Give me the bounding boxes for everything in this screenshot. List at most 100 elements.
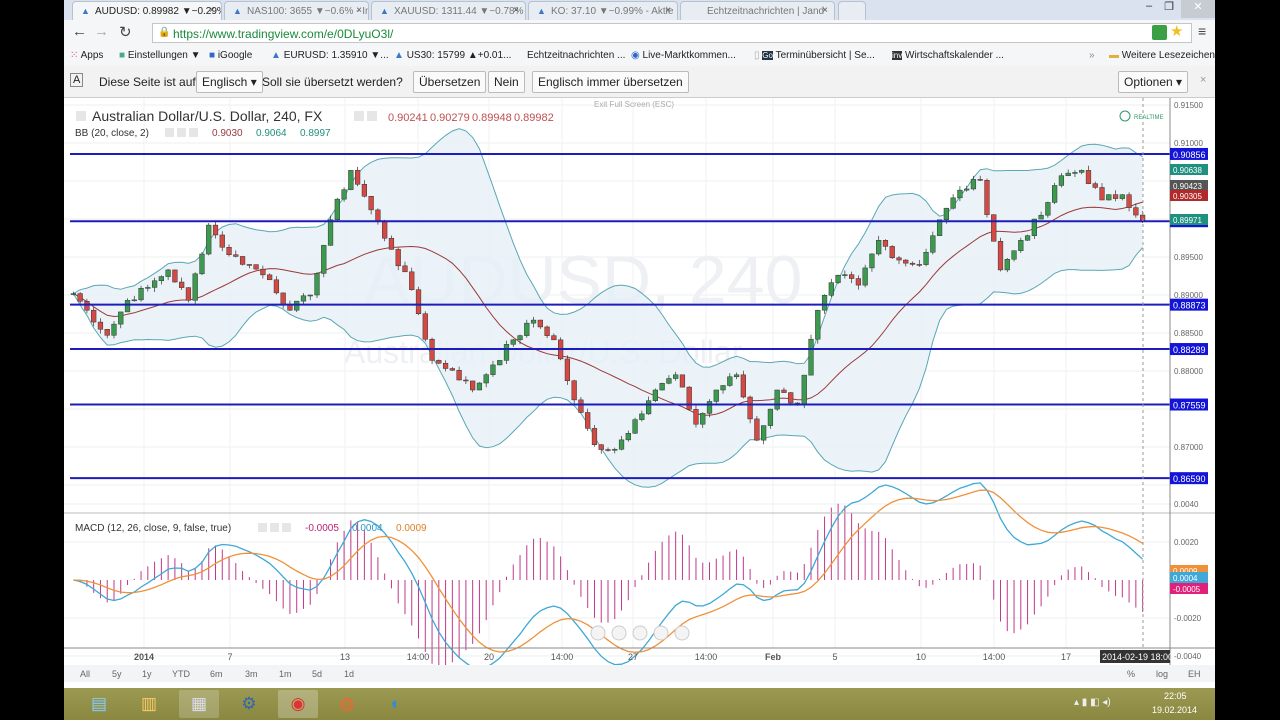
- back-icon[interactable]: ←: [72, 23, 87, 40]
- tab-ko[interactable]: ▲ KO: 37.10 ▼−0.99% - Aktie ×: [528, 1, 678, 20]
- tray-icons[interactable]: ▴ ▮ ◧ ◂): [1074, 697, 1111, 708]
- always-translate-button[interactable]: Englisch immer übersetzen: [532, 71, 689, 93]
- time-tick: 14:00: [983, 652, 1006, 662]
- time-tick: 2014: [134, 652, 154, 662]
- bookmark-termin[interactable]: ▯ Go Terminübersicht | Se...: [754, 50, 875, 61]
- scroll-right-button[interactable]: [674, 625, 690, 641]
- new-tab-button[interactable]: [838, 1, 866, 20]
- extension-icon[interactable]: [1152, 25, 1167, 40]
- range-button-1y[interactable]: 1y: [142, 669, 152, 679]
- range-button-5d[interactable]: 5d: [312, 669, 322, 679]
- close-tab-icon[interactable]: ×: [665, 5, 671, 16]
- language-select[interactable]: Englisch ▾: [196, 71, 263, 93]
- hide-icon[interactable]: [270, 523, 279, 532]
- reload-icon[interactable]: ↻: [119, 23, 132, 41]
- candle: [449, 368, 455, 371]
- app-bird-icon[interactable]: ◐: [376, 690, 416, 718]
- no-button[interactable]: Nein: [488, 71, 525, 93]
- settings-icon[interactable]: [354, 111, 364, 121]
- tab-xauusd[interactable]: ▲ XAUUSD: 1311.44 ▼−0.78% ×: [371, 1, 526, 20]
- candle: [605, 449, 611, 451]
- hide-icon[interactable]: [367, 111, 377, 121]
- range-button-all[interactable]: All: [80, 669, 90, 679]
- options-button[interactable]: Optionen ▾: [1118, 71, 1189, 93]
- price-line-value: 0.88289: [1173, 345, 1206, 355]
- extended-hours-toggle[interactable]: EH: [1188, 669, 1201, 679]
- bookmark-us30[interactable]: ▲ US30: 15799 ▲+0.01...: [394, 50, 511, 61]
- close-window-button[interactable]: ✕: [1181, 0, 1215, 18]
- close-tab-icon[interactable]: ×: [356, 5, 362, 16]
- range-button-5y[interactable]: 5y: [112, 669, 122, 679]
- settings-icon[interactable]: [258, 523, 267, 532]
- remove-icon[interactable]: [282, 523, 291, 532]
- bookmark-echtzeit[interactable]: Echtzeitnachrichten ...: [527, 50, 625, 61]
- bookmark-weitere[interactable]: ▬ Weitere Lesezeichen: [1109, 50, 1215, 61]
- settings-icon[interactable]: [165, 128, 174, 137]
- firefox-icon[interactable]: ◍: [327, 690, 367, 718]
- tab-audusd[interactable]: ▲ AUDUSD: 0.89982 ▼−0.29% ×: [72, 1, 222, 20]
- restore-button[interactable]: ❐: [1159, 0, 1179, 18]
- time-tick: 20: [484, 652, 494, 662]
- translate-prefix: Diese Seite ist auf: [99, 75, 196, 89]
- close-translate-icon[interactable]: ×: [1200, 74, 1206, 86]
- range-button-ytd[interactable]: YTD: [172, 669, 191, 679]
- clock-date: 19.02.2014: [1152, 705, 1198, 715]
- bookmark-live[interactable]: ◉ Live-Marktkommen...: [631, 50, 736, 61]
- more-bookmarks[interactable]: »: [1089, 50, 1095, 61]
- hide-icon[interactable]: [177, 128, 186, 137]
- candle: [984, 179, 990, 215]
- candle: [1106, 194, 1112, 201]
- candle: [1112, 194, 1119, 199]
- minimize-button[interactable]: –: [1139, 0, 1159, 18]
- star-icon[interactable]: ★: [1170, 22, 1183, 40]
- candle: [896, 257, 902, 261]
- scroll-left-button[interactable]: [590, 625, 606, 641]
- log-toggle[interactable]: log: [1156, 669, 1168, 679]
- bookmark-wirtschaft[interactable]: inv Wirtschaftskalender ...: [892, 50, 1004, 61]
- candle: [659, 383, 665, 391]
- close-tab-icon[interactable]: ×: [209, 5, 215, 16]
- price-tick: 0.88500: [1174, 329, 1203, 338]
- explorer-icon[interactable]: ▥: [129, 690, 169, 718]
- candle: [977, 179, 983, 181]
- candle: [375, 209, 381, 222]
- bookmark-igoogle[interactable]: ■ iGoogle: [209, 50, 252, 61]
- tab-nas100[interactable]: ▲ NAS100: 3655 ▼−0.6% - In ×: [224, 1, 369, 20]
- start-icon[interactable]: ▤: [79, 690, 119, 718]
- candle: [1085, 170, 1092, 184]
- tradingview-icon: ▲: [81, 6, 90, 16]
- candle: [246, 264, 252, 266]
- bookmark-apps[interactable]: ⁙ Apps: [70, 50, 103, 61]
- tradingview-chart[interactable]: AUDUSD, 240 Australian Dollar/U.S. Dolla…: [64, 98, 1215, 688]
- range-button-1m[interactable]: 1m: [279, 669, 292, 679]
- tab-echtzeit[interactable]: Echtzeitnachrichten | Jand ×: [680, 1, 835, 20]
- close-tab-icon[interactable]: ×: [513, 5, 519, 16]
- translate-button[interactable]: Übersetzen: [413, 71, 487, 93]
- exit-fullscreen-hint[interactable]: Exit Full Screen (ESC): [594, 100, 674, 109]
- candle: [354, 170, 361, 185]
- bookmark-eurusd[interactable]: ▲ EURUSD: 1.35910 ▼...: [271, 50, 389, 61]
- range-button-3m[interactable]: 3m: [245, 669, 258, 679]
- high-value: 0.90279: [430, 112, 470, 124]
- bookmark-einstellungen[interactable]: ■ Einstellungen ▼: [119, 50, 201, 61]
- range-button-6m[interactable]: 6m: [210, 669, 223, 679]
- zoom-out-button[interactable]: [611, 625, 627, 641]
- range-button-1d[interactable]: 1d: [344, 669, 354, 679]
- menu-icon[interactable]: ≡: [1198, 23, 1206, 39]
- price-axis[interactable]: 0.90856 0.89971 0.88873 0.88289 0.87559 0.865…: [1170, 101, 1208, 661]
- percent-toggle[interactable]: %: [1127, 669, 1135, 679]
- remove-icon[interactable]: [189, 128, 198, 137]
- bollinger-bands: [72, 128, 1143, 488]
- app-icon[interactable]: ▦: [179, 690, 219, 718]
- candle: [537, 319, 543, 328]
- chart-canvas[interactable]: AUDUSD, 240 Australian Dollar/U.S. Dolla…: [64, 98, 1215, 688]
- chrome-icon[interactable]: ◉: [278, 690, 318, 718]
- zoom-in-button[interactable]: [653, 625, 669, 641]
- address-bar[interactable]: 🔒 https://www.tradingview.com/e/0DLyuO3l/: [152, 23, 1192, 43]
- price-line-value: 0.88873: [1173, 301, 1206, 311]
- reset-button[interactable]: [632, 625, 648, 641]
- price-badge-value: 0.90638: [1173, 166, 1202, 175]
- forward-icon[interactable]: →: [94, 23, 109, 40]
- close-tab-icon[interactable]: ×: [822, 5, 828, 16]
- settings-app-icon[interactable]: ⚙: [229, 690, 269, 718]
